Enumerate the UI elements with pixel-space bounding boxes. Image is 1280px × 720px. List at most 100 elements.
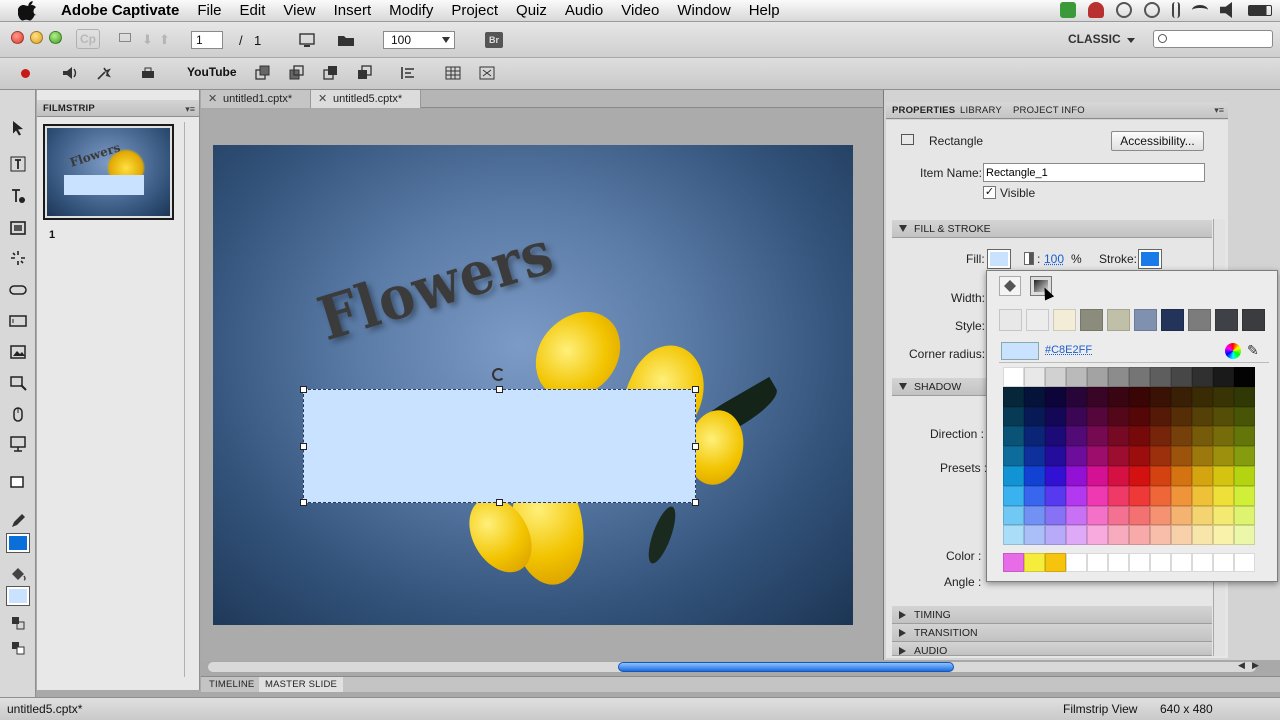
palette-color-swatch[interactable]: [1087, 505, 1108, 526]
palette-color-swatch[interactable]: [1150, 406, 1171, 427]
palette-color-swatch[interactable]: [1108, 505, 1129, 526]
captivate-tray-icon[interactable]: [1060, 2, 1076, 18]
palette-color-swatch[interactable]: [1234, 367, 1255, 387]
palette-color-swatch[interactable]: [1087, 446, 1108, 466]
resize-handle[interactable]: [300, 386, 307, 393]
palette-color-swatch[interactable]: [1045, 367, 1066, 387]
wifi-icon[interactable]: [1192, 5, 1208, 15]
panel-menu-icon[interactable]: ▾≡: [1214, 105, 1224, 116]
palette-color-swatch[interactable]: [1150, 446, 1171, 466]
eyedropper-icon[interactable]: ✎: [1247, 342, 1259, 359]
palette-color-swatch[interactable]: [1045, 485, 1066, 506]
scroll-left-icon[interactable]: ◀: [1238, 660, 1245, 671]
palette-color-swatch[interactable]: [1087, 367, 1108, 387]
palette-color-swatch[interactable]: [1213, 485, 1234, 506]
palette-color-swatch[interactable]: [1192, 406, 1213, 427]
palette-color-swatch[interactable]: [1108, 485, 1129, 506]
recent-color-swatch[interactable]: [1026, 309, 1049, 331]
palette-color-swatch[interactable]: [1213, 505, 1234, 526]
custom-color-swatch[interactable]: [1150, 553, 1171, 572]
palette-color-swatch[interactable]: [1024, 525, 1045, 546]
recent-color-swatch[interactable]: [1107, 309, 1130, 331]
palette-color-swatch[interactable]: [1171, 466, 1192, 486]
palette-color-swatch[interactable]: [1045, 525, 1066, 546]
effects-icon[interactable]: [94, 64, 114, 82]
custom-color-swatch[interactable]: [1129, 553, 1150, 572]
tab-library[interactable]: LIBRARY: [960, 105, 1002, 116]
preview-icon[interactable]: [298, 31, 318, 49]
publish-icon[interactable]: [139, 64, 159, 82]
palette-color-swatch[interactable]: [1108, 406, 1129, 427]
fill-stroke-section-header[interactable]: FILL & STROKE: [892, 220, 1212, 238]
palette-color-swatch[interactable]: [1066, 406, 1087, 427]
zoom-select[interactable]: 100: [383, 31, 455, 49]
color-wheel-icon[interactable]: [1225, 343, 1241, 359]
button-tool-icon[interactable]: [8, 280, 28, 300]
palette-color-swatch[interactable]: [1108, 367, 1129, 387]
palette-color-swatch[interactable]: [1024, 446, 1045, 466]
palette-color-swatch[interactable]: [1003, 505, 1024, 526]
panel-menu-icon[interactable]: ▾≡: [185, 104, 195, 115]
app-menu[interactable]: Adobe Captivate: [52, 0, 188, 22]
palette-color-swatch[interactable]: [1003, 485, 1024, 506]
transition-section-header[interactable]: TRANSITION: [892, 624, 1212, 642]
palette-color-swatch[interactable]: [1213, 466, 1234, 486]
palette-color-swatch[interactable]: [1066, 505, 1087, 526]
arrow-up-icon[interactable]: ⬆: [159, 32, 170, 48]
palette-color-swatch[interactable]: [1108, 386, 1129, 407]
palette-color-swatch[interactable]: [1066, 367, 1087, 387]
resize-handle[interactable]: [692, 443, 699, 450]
palette-color-swatch[interactable]: [1003, 446, 1024, 466]
palette-color-swatch[interactable]: [1192, 525, 1213, 546]
palette-color-swatch[interactable]: [1234, 426, 1255, 447]
record-icon[interactable]: [21, 69, 30, 78]
palette-color-swatch[interactable]: [1150, 367, 1171, 387]
custom-color-swatch[interactable]: [1108, 553, 1129, 572]
menu-edit[interactable]: Edit: [231, 0, 275, 22]
palette-color-swatch[interactable]: [1087, 426, 1108, 447]
send-backward-icon[interactable]: [321, 64, 341, 82]
palette-color-swatch[interactable]: [1213, 426, 1234, 447]
palette-color-swatch[interactable]: [1129, 367, 1150, 387]
text-caption-tool-icon[interactable]: [8, 154, 28, 174]
menu-file[interactable]: File: [188, 0, 230, 22]
palette-color-swatch[interactable]: [1066, 466, 1087, 486]
mail-icon[interactable]: [119, 33, 131, 42]
time-machine-icon[interactable]: [1116, 2, 1132, 18]
item-name-input[interactable]: [983, 163, 1205, 182]
palette-color-swatch[interactable]: [1213, 525, 1234, 546]
tab-master-slide[interactable]: MASTER SLIDE: [259, 677, 344, 692]
audio-section-header[interactable]: AUDIO: [892, 642, 1212, 656]
recent-color-swatch[interactable]: [1215, 309, 1238, 331]
custom-color-swatch[interactable]: [1045, 553, 1066, 572]
grid-icon[interactable]: [443, 64, 463, 82]
custom-color-swatch[interactable]: [1066, 553, 1087, 572]
pencil-tool-icon[interactable]: [8, 511, 28, 531]
filmstrip-tab[interactable]: FILMSTRIP: [43, 103, 95, 114]
resize-handle[interactable]: [692, 499, 699, 506]
palette-color-swatch[interactable]: [1234, 525, 1255, 546]
search-input[interactable]: [1172, 32, 1268, 46]
slide-number-input[interactable]: [191, 31, 223, 49]
palette-color-swatch[interactable]: [1129, 386, 1150, 407]
palette-color-swatch[interactable]: [1150, 505, 1171, 526]
recent-color-swatch[interactable]: [999, 309, 1022, 331]
palette-color-swatch[interactable]: [1087, 525, 1108, 546]
palette-color-swatch[interactable]: [1150, 525, 1171, 546]
recent-color-swatch[interactable]: [1161, 309, 1184, 331]
palette-color-swatch[interactable]: [1234, 466, 1255, 486]
palette-color-swatch[interactable]: [1150, 485, 1171, 506]
custom-color-swatch[interactable]: [1192, 553, 1213, 572]
recent-color-swatch[interactable]: [1134, 309, 1157, 331]
palette-color-swatch[interactable]: [1171, 426, 1192, 447]
palette-color-swatch[interactable]: [1234, 505, 1255, 526]
battery-icon[interactable]: [1248, 4, 1272, 16]
filmstrip-scrollbar[interactable]: [184, 122, 194, 677]
snap-to-grid-icon[interactable]: [477, 64, 497, 82]
close-tab-icon[interactable]: ✕: [318, 90, 327, 108]
accessibility-button[interactable]: Accessibility...: [1111, 131, 1204, 151]
palette-color-swatch[interactable]: [1003, 367, 1024, 387]
palette-color-swatch[interactable]: [1024, 406, 1045, 427]
stroke-color-swatch[interactable]: [6, 533, 30, 553]
palette-color-swatch[interactable]: [1192, 367, 1213, 387]
